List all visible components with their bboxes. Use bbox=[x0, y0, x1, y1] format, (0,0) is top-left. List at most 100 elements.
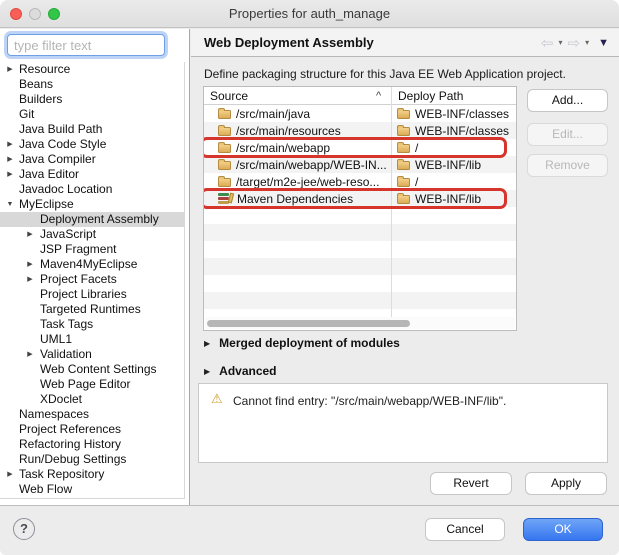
sidebar-item-project-facets[interactable]: ▶ Project Facets bbox=[0, 272, 184, 287]
sidebar-item-label: Refactoring History bbox=[19, 437, 121, 451]
forward-arrow-icon[interactable]: ⇨ bbox=[568, 36, 581, 51]
expand-arrow-icon[interactable]: ▶ bbox=[24, 227, 36, 242]
sidebar-item-java-compiler[interactable]: ▶Java Compiler bbox=[0, 152, 184, 167]
sidebar-item-namespaces[interactable]: Namespaces bbox=[0, 407, 184, 422]
sidebar-item-java-editor[interactable]: ▶Java Editor bbox=[0, 167, 184, 182]
sidebar-item-label: Task Repository bbox=[19, 467, 104, 481]
table-row[interactable]: /src/main/resourcesWEB-INF/classes bbox=[204, 122, 516, 139]
source-text: /src/main/webapp/WEB-IN... bbox=[236, 158, 387, 172]
sidebar-item-label: UML1 bbox=[40, 332, 72, 346]
sidebar-item-label: Namespaces bbox=[19, 407, 89, 421]
sidebar-item-myeclipse[interactable]: ▼MyEclipse bbox=[0, 197, 184, 212]
sidebar-item-uml1[interactable]: UML1 bbox=[0, 332, 184, 347]
sidebar-item-label: XDoclet bbox=[40, 392, 82, 406]
sidebar-item-label: JSP Fragment bbox=[40, 242, 116, 256]
sidebar-item-task-tags[interactable]: Task Tags bbox=[0, 317, 184, 332]
expander-advanced[interactable]: ▶ Advanced bbox=[204, 363, 277, 379]
column-header-deploy-path[interactable]: Deploy Path bbox=[398, 87, 463, 105]
sidebar-item-validation[interactable]: ▶ Validation bbox=[0, 347, 184, 362]
sidebar-item-javadoc-location[interactable]: Javadoc Location bbox=[0, 182, 184, 197]
sidebar-item-javascript[interactable]: ▶JavaScript bbox=[0, 227, 184, 242]
sidebar-item-label: Web Content Settings bbox=[40, 362, 157, 376]
table-row-empty bbox=[204, 292, 516, 309]
sidebar-item-beans[interactable]: Beans bbox=[0, 77, 184, 92]
warning-message: Cannot find entry: "/src/main/webapp/WEB… bbox=[233, 394, 506, 408]
sidebar-item-label: Deployment Assembly bbox=[40, 212, 159, 226]
cancel-button[interactable]: Cancel bbox=[425, 518, 505, 541]
add-button[interactable]: Add... bbox=[527, 89, 608, 112]
table-row[interactable]: /src/main/webapp/WEB-IN... WEB-INF/lib bbox=[204, 156, 516, 173]
table-row[interactable]: /src/main/javaWEB-INF/classes bbox=[204, 105, 516, 122]
expand-arrow-icon[interactable]: ▶ bbox=[24, 347, 36, 362]
column-divider bbox=[391, 87, 392, 317]
remove-button[interactable]: Remove bbox=[527, 154, 608, 177]
collapse-arrow-icon[interactable]: ▼ bbox=[4, 197, 16, 212]
table-row[interactable]: /src/main/webapp/ bbox=[204, 139, 516, 156]
source-cell: /src/main/webapp/WEB-IN... bbox=[204, 156, 391, 173]
back-arrow-icon[interactable]: ⇦ bbox=[541, 36, 554, 51]
sidebar-item-label: Java Code Style bbox=[19, 137, 106, 151]
sidebar-item-refactoring-history[interactable]: Refactoring History bbox=[0, 437, 184, 452]
sidebar-item-resource[interactable]: ▶Resource bbox=[0, 62, 184, 77]
sidebar-item-git[interactable]: Git bbox=[0, 107, 184, 122]
folder-icon bbox=[218, 178, 231, 187]
sidebar-item-deployment-assembly[interactable]: Deployment Assembly bbox=[0, 212, 184, 227]
source-cell: /src/main/webapp bbox=[204, 139, 391, 156]
hscroll-thumb[interactable] bbox=[207, 320, 410, 327]
page-title: Web Deployment Assembly bbox=[204, 29, 374, 57]
sidebar-item-web-page-editor[interactable]: Web Page Editor bbox=[0, 377, 184, 392]
ok-button[interactable]: OK bbox=[523, 518, 603, 541]
sidebar-item-task-repository[interactable]: ▶Task Repository bbox=[0, 467, 184, 482]
sidebar-item-builders[interactable]: Builders bbox=[0, 92, 184, 107]
expand-arrow-icon[interactable]: ▶ bbox=[4, 62, 16, 77]
deploy-path-cell: WEB-INF/lib bbox=[391, 156, 516, 173]
expand-arrow-icon[interactable]: ▶ bbox=[4, 167, 16, 182]
expand-arrow-icon[interactable]: ▶ bbox=[4, 152, 16, 167]
sidebar-item-jsp-fragment[interactable]: JSP Fragment bbox=[0, 242, 184, 257]
deploy-path-text: / bbox=[415, 175, 418, 189]
folder-icon bbox=[397, 144, 410, 153]
sidebar-item-project-libraries[interactable]: Project Libraries bbox=[0, 287, 184, 302]
sidebar-item-targeted-runtimes[interactable]: Targeted Runtimes bbox=[0, 302, 184, 317]
sidebar-item-java-build-path[interactable]: Java Build Path bbox=[0, 122, 184, 137]
sidebar-item-xdoclet[interactable]: XDoclet bbox=[0, 392, 184, 407]
sidebar-item-java-code-style[interactable]: ▶Java Code Style bbox=[0, 137, 184, 152]
sidebar-item-run-debug-settings[interactable]: Run/Debug Settings bbox=[0, 452, 184, 467]
expand-arrow-icon[interactable]: ▶ bbox=[24, 272, 36, 287]
source-cell: Maven Dependencies bbox=[204, 190, 391, 207]
revert-button[interactable]: Revert bbox=[430, 472, 512, 495]
folder-icon bbox=[218, 110, 231, 119]
sidebar-item-label: Project Facets bbox=[40, 272, 117, 286]
expand-arrow-icon[interactable]: ▶ bbox=[4, 467, 16, 482]
sidebar-item-label: Git bbox=[19, 107, 34, 121]
help-button[interactable]: ? bbox=[13, 518, 35, 540]
view-menu-icon[interactable]: ▼ bbox=[598, 38, 609, 49]
sidebar-item-web-flow[interactable]: Web Flow bbox=[0, 482, 184, 497]
expand-arrow-icon[interactable]: ▶ bbox=[24, 257, 36, 272]
sidebar-item-project-references[interactable]: Project References bbox=[0, 422, 184, 437]
sidebar-item-maven4myeclipse[interactable]: ▶Maven4MyEclipse bbox=[0, 257, 184, 272]
sidebar-item-label: Targeted Runtimes bbox=[40, 302, 141, 316]
sidebar-item-web-content-settings[interactable]: Web Content Settings bbox=[0, 362, 184, 377]
apply-button[interactable]: Apply bbox=[525, 472, 607, 495]
folder-icon bbox=[397, 110, 410, 119]
properties-dialog: Properties for auth_manage ▶ResourceBean… bbox=[0, 0, 619, 555]
back-dropdown-icon[interactable]: ▾ bbox=[559, 39, 563, 47]
source-text: Maven Dependencies bbox=[237, 192, 353, 206]
expander-merged-deployment[interactable]: ▶ Merged deployment of modules bbox=[204, 335, 400, 351]
sidebar-item-label: Java Compiler bbox=[19, 152, 96, 166]
deploy-path-cell: WEB-INF/classes bbox=[391, 122, 516, 139]
source-cell: /src/main/java bbox=[204, 105, 391, 122]
filter-input[interactable] bbox=[7, 34, 165, 56]
table-row[interactable]: Maven DependenciesWEB-INF/lib bbox=[204, 190, 516, 207]
sidebar-item-label: Resource bbox=[19, 62, 70, 76]
sidebar-item-label: Validation bbox=[40, 347, 92, 361]
source-cell: /src/main/resources bbox=[204, 122, 391, 139]
forward-dropdown-icon[interactable]: ▾ bbox=[585, 39, 589, 47]
table-row[interactable]: /target/m2e-jee/web-reso... / bbox=[204, 173, 516, 190]
column-header-source[interactable]: Source bbox=[210, 87, 248, 105]
sidebar-item-label: Web Page Editor bbox=[40, 377, 131, 391]
source-cell: /target/m2e-jee/web-reso... bbox=[204, 173, 391, 190]
expand-arrow-icon[interactable]: ▶ bbox=[4, 137, 16, 152]
edit-button[interactable]: Edit... bbox=[527, 123, 608, 146]
